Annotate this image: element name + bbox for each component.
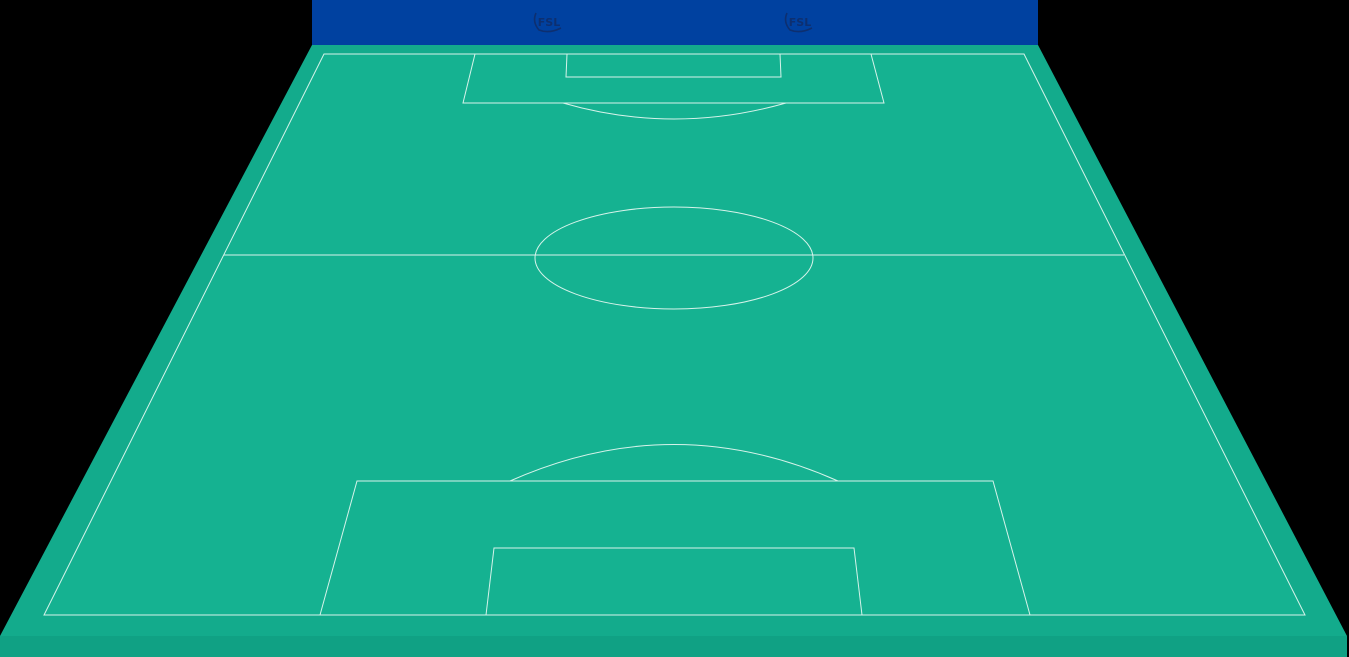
pitch-view: FSL FSL	[0, 0, 1349, 657]
sponsor-logo: FSL	[784, 12, 813, 33]
football-pitch: FSL FSL	[0, 0, 1347, 657]
advertising-board	[312, 0, 1038, 46]
pitch-surface	[44, 54, 1305, 615]
sponsor-logo-text: FSL	[538, 16, 560, 29]
pitch-front-edge	[0, 636, 1347, 657]
sponsor-logo: FSL	[533, 12, 562, 33]
sponsor-logo-text: FSL	[789, 16, 811, 29]
